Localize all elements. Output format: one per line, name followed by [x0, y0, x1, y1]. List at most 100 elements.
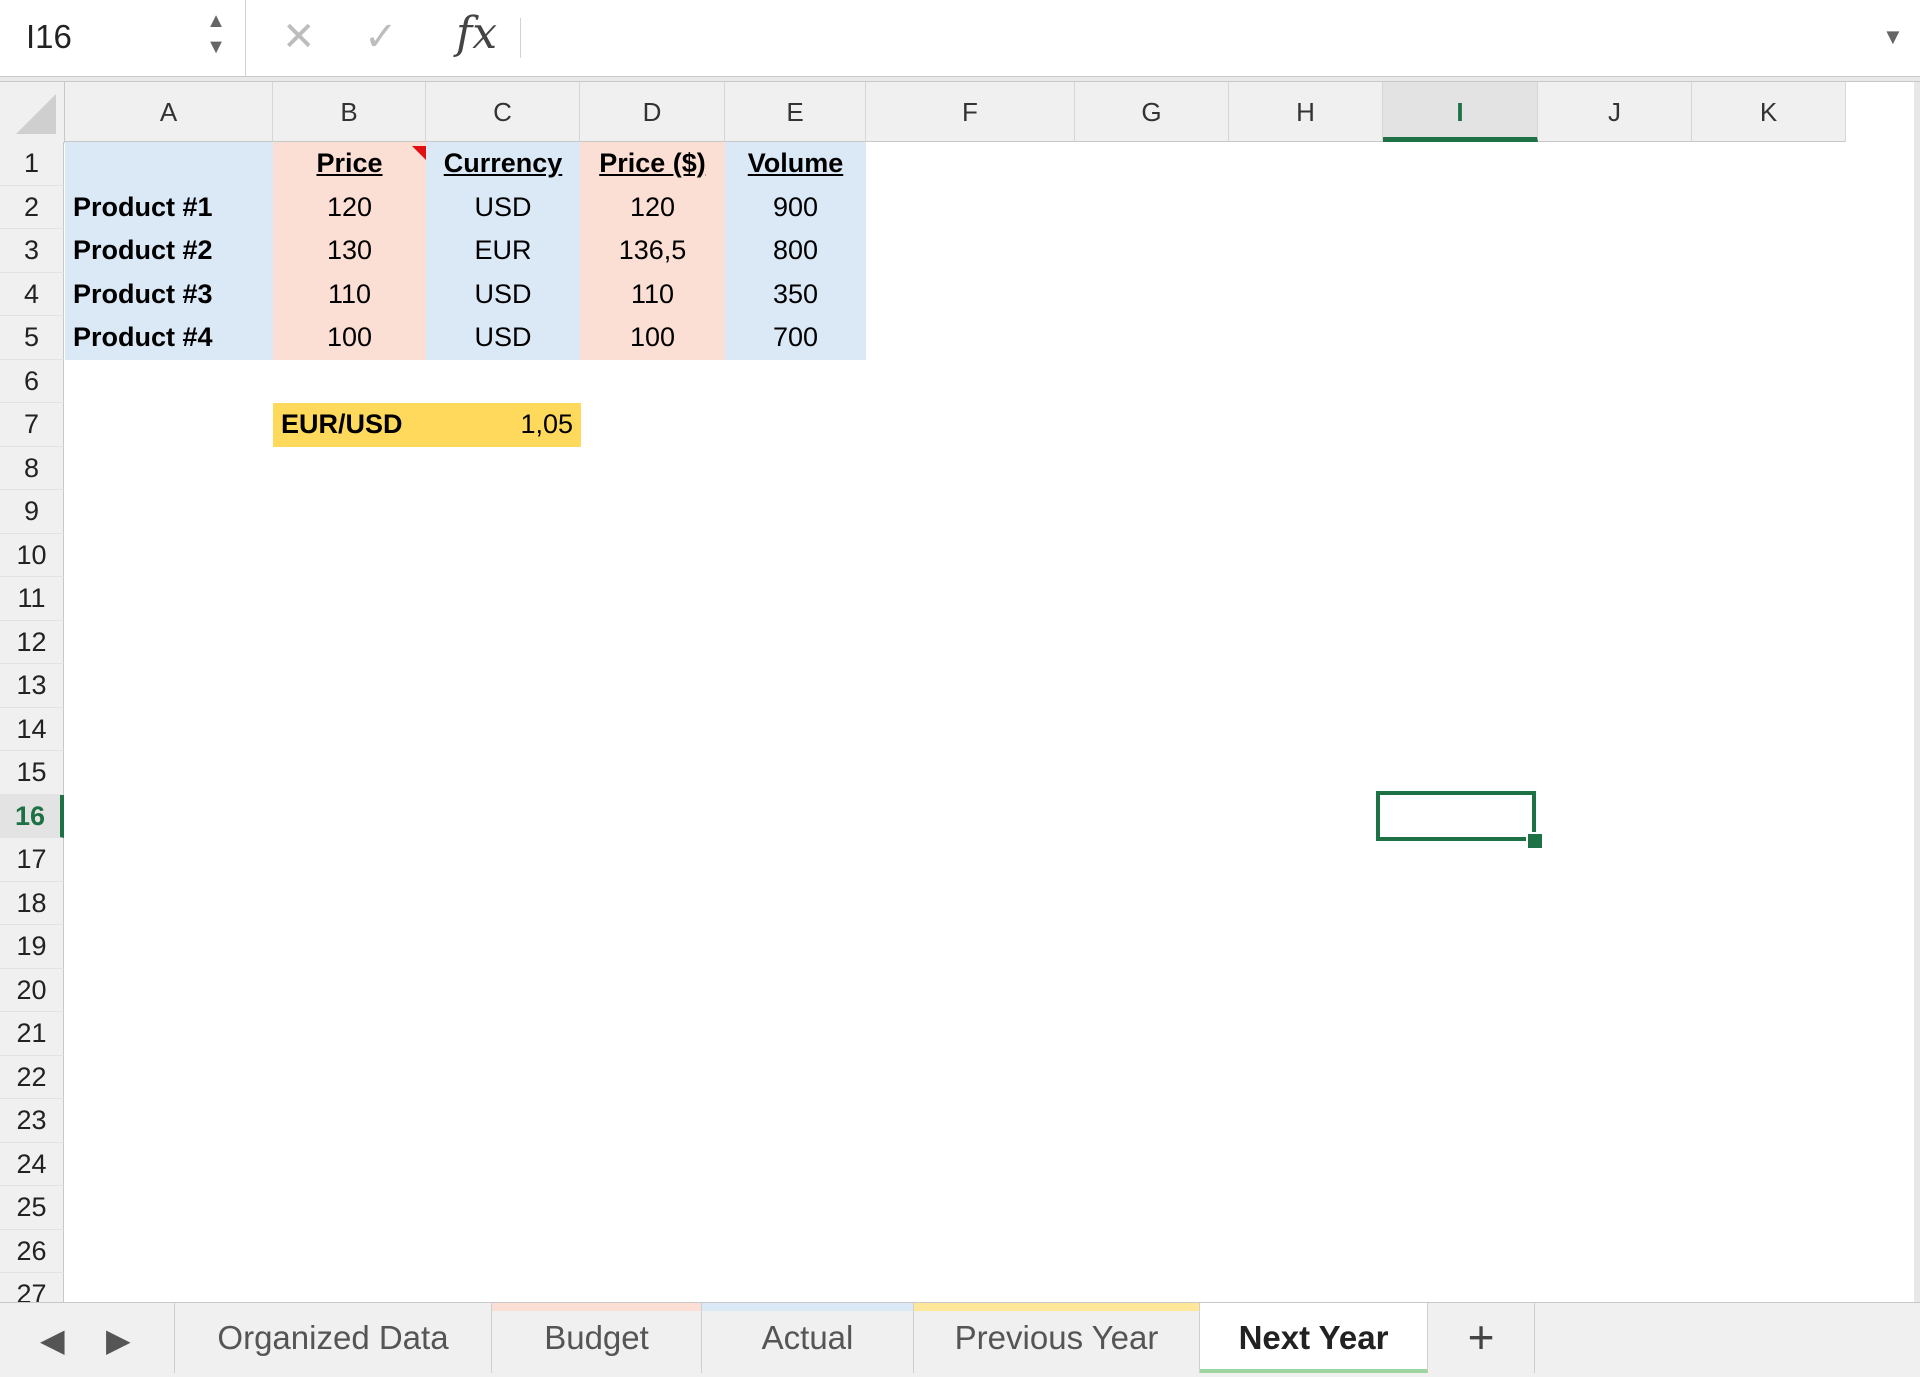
product-price-usd[interactable]: 120	[580, 185, 725, 229]
chevron-up-icon[interactable]: ▲	[206, 8, 226, 34]
select-all-icon	[16, 94, 56, 134]
function-icon[interactable]: fx	[456, 8, 497, 59]
header-currency[interactable]: Currency	[426, 142, 580, 186]
row-header-3[interactable]: 3	[0, 229, 64, 273]
row-header-17[interactable]: 17	[0, 838, 64, 882]
row-header-12[interactable]: 12	[0, 620, 64, 664]
tab-color-stripe	[492, 1303, 701, 1311]
row-header-5[interactable]: 5	[0, 316, 64, 360]
row-header-2[interactable]: 2	[0, 185, 64, 229]
product-name[interactable]: Product #4	[65, 316, 273, 360]
name-box[interactable]: I16	[26, 18, 72, 56]
product-volume[interactable]: 700	[725, 316, 866, 360]
header-price-usd[interactable]: Price ($)	[580, 142, 725, 186]
row-header-1[interactable]: 1	[0, 142, 64, 186]
product-volume[interactable]: 900	[725, 185, 866, 229]
name-box-spinner[interactable]: ▲ ▼	[206, 8, 226, 64]
tab-label: Actual	[761, 1319, 854, 1356]
chevron-down-icon[interactable]: ▼	[206, 34, 226, 60]
divider	[520, 18, 521, 58]
row-header-9[interactable]: 9	[0, 490, 64, 534]
product-price[interactable]: 100	[273, 316, 426, 360]
row-header-16[interactable]: 16	[0, 794, 64, 838]
column-header-a[interactable]: A	[65, 82, 273, 142]
column-header-c[interactable]: C	[426, 82, 580, 142]
check-icon[interactable]: ✓	[364, 14, 398, 60]
cell-A1[interactable]	[65, 142, 273, 186]
sheet-tab-bar: ◀ ▶ Organized Data Budget Actual Previou…	[0, 1302, 1920, 1377]
row-header-19[interactable]: 19	[0, 925, 64, 969]
fill-handle[interactable]	[1526, 832, 1544, 850]
column-header-h[interactable]: H	[1229, 82, 1383, 142]
column-header-j[interactable]: J	[1538, 82, 1692, 142]
column-header-d[interactable]: D	[580, 82, 725, 142]
product-name[interactable]: Product #1	[65, 185, 273, 229]
row-header-18[interactable]: 18	[0, 881, 64, 925]
next-sheet-icon[interactable]: ▶	[106, 1321, 131, 1359]
fx-rate-value[interactable]: 1,05	[426, 403, 581, 447]
tab-label: Organized Data	[217, 1319, 449, 1356]
column-header-k[interactable]: K	[1692, 82, 1846, 142]
tab-label: Previous Year	[954, 1319, 1159, 1356]
product-price-usd[interactable]: 110	[580, 272, 725, 316]
comment-indicator-icon[interactable]	[412, 146, 426, 160]
tab-previous-year[interactable]: Previous Year	[914, 1303, 1200, 1373]
cancel-icon[interactable]: ✕	[282, 14, 316, 60]
row-header-11[interactable]: 11	[0, 577, 64, 621]
product-currency[interactable]: EUR	[426, 229, 580, 273]
previous-sheet-icon[interactable]: ◀	[40, 1321, 65, 1359]
row-header-20[interactable]: 20	[0, 968, 64, 1012]
vertical-scrollbar[interactable]	[1914, 82, 1920, 1302]
product-price-usd[interactable]: 100	[580, 316, 725, 360]
product-volume[interactable]: 350	[725, 272, 866, 316]
expand-formula-bar-icon[interactable]: ▼	[1882, 24, 1904, 50]
row-header-26[interactable]: 26	[0, 1229, 64, 1273]
product-name[interactable]: Product #2	[65, 229, 273, 273]
tab-organized-data[interactable]: Organized Data	[174, 1303, 492, 1373]
product-price[interactable]: 110	[273, 272, 426, 316]
row-header-14[interactable]: 14	[0, 707, 64, 751]
row-header-25[interactable]: 25	[0, 1186, 64, 1230]
header-price[interactable]: Price	[273, 142, 426, 186]
product-volume[interactable]: 800	[725, 229, 866, 273]
column-header-g[interactable]: G	[1075, 82, 1229, 142]
tab-label: Budget	[544, 1319, 649, 1356]
row-header-8[interactable]: 8	[0, 446, 64, 490]
product-price[interactable]: 130	[273, 229, 426, 273]
product-price-usd[interactable]: 136,5	[580, 229, 725, 273]
column-header-b[interactable]: B	[273, 82, 426, 142]
row-header-6[interactable]: 6	[0, 359, 64, 403]
row-header-13[interactable]: 13	[0, 664, 64, 708]
tab-color-stripe	[914, 1303, 1199, 1311]
tab-label: Next Year	[1238, 1319, 1389, 1356]
product-price[interactable]: 120	[273, 185, 426, 229]
column-header-i[interactable]: I	[1383, 82, 1538, 142]
tab-actual[interactable]: Actual	[702, 1303, 914, 1373]
row-header-24[interactable]: 24	[0, 1142, 64, 1186]
tab-next-year[interactable]: Next Year	[1200, 1303, 1428, 1373]
add-sheet-button[interactable]: +	[1428, 1303, 1535, 1373]
fx-rate-label[interactable]: EUR/USD	[273, 403, 426, 447]
column-header-e[interactable]: E	[725, 82, 866, 142]
product-currency[interactable]: USD	[426, 185, 580, 229]
product-name[interactable]: Product #3	[65, 272, 273, 316]
row-header-10[interactable]: 10	[0, 533, 64, 577]
row-header-15[interactable]: 15	[0, 751, 64, 795]
tab-budget[interactable]: Budget	[492, 1303, 702, 1373]
row-header-22[interactable]: 22	[0, 1055, 64, 1099]
column-header-f[interactable]: F	[866, 82, 1075, 142]
formula-input[interactable]	[532, 14, 1836, 62]
row-header-7[interactable]: 7	[0, 403, 64, 447]
tab-color-stripe	[175, 1303, 491, 1311]
product-currency[interactable]: USD	[426, 272, 580, 316]
header-volume[interactable]: Volume	[725, 142, 866, 186]
divider	[245, 0, 246, 76]
product-currency[interactable]: USD	[426, 316, 580, 360]
row-header-23[interactable]: 23	[0, 1099, 64, 1143]
row-header-21[interactable]: 21	[0, 1012, 64, 1056]
select-all-corner[interactable]	[0, 82, 65, 143]
row-header-4[interactable]: 4	[0, 272, 64, 316]
formula-bar: I16 ▲ ▼ ✕ ✓ fx ▼	[0, 0, 1920, 77]
tab-color-stripe	[702, 1303, 913, 1311]
selected-cell-I16[interactable]	[1376, 791, 1536, 841]
